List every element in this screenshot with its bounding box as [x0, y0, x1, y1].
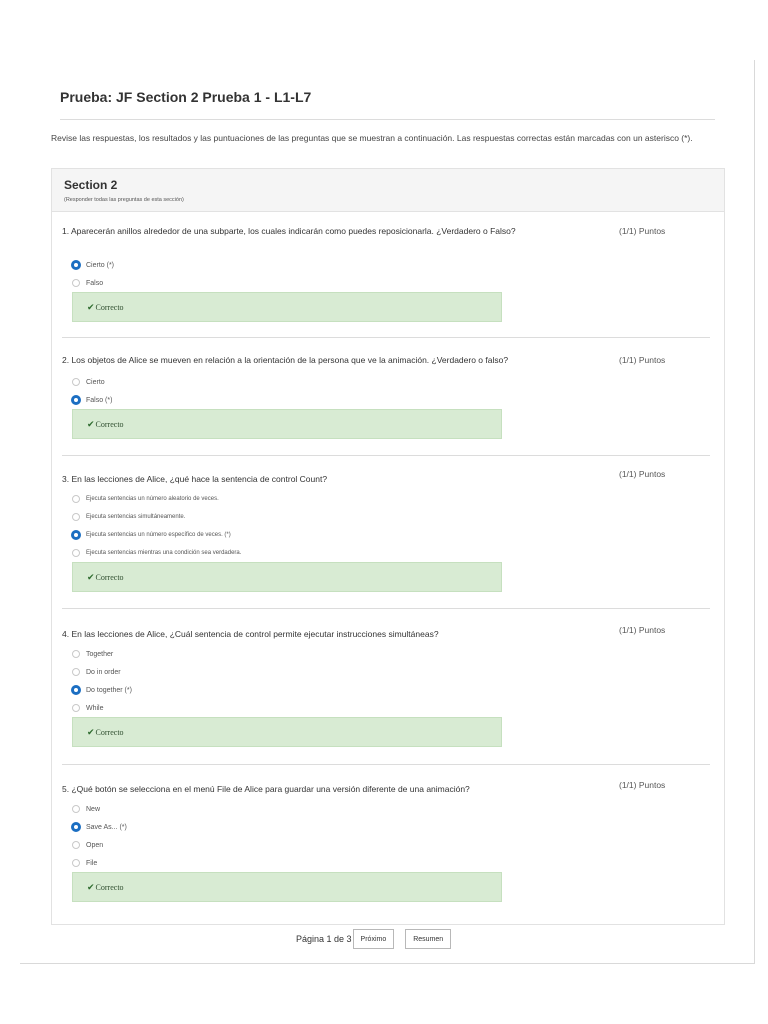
feedback-label: Correcto [95, 727, 124, 737]
answer-option[interactable]: Ejecuta sentencias mientras una condició… [72, 547, 241, 559]
checkmark-icon: ✔ [87, 571, 95, 582]
answer-option[interactable]: Save As... (*) [71, 821, 127, 833]
radio-unselected-icon[interactable] [72, 279, 80, 287]
pagination: Página 1 de 3 Próximo Resumen [296, 928, 452, 950]
answer-option-label: File [86, 859, 98, 867]
answer-option[interactable]: Do together (*) [71, 684, 132, 696]
feedback-banner: ✔ Correcto [72, 717, 502, 747]
radio-selected-icon[interactable] [71, 822, 81, 832]
radio-unselected-icon[interactable] [72, 668, 80, 676]
answer-option-label: Ejecuta sentencias un número aleatorio d… [86, 496, 219, 502]
answer-option[interactable]: Ejecuta sentencias un número aleatorio d… [72, 493, 219, 505]
question-divider [62, 764, 710, 765]
next-page-button[interactable]: Próximo [352, 929, 395, 949]
feedback-banner: ✔ Correcto [72, 292, 502, 322]
answer-option-label: Do together (*) [86, 686, 132, 694]
answer-option-label: Open [86, 841, 104, 849]
radio-unselected-icon[interactable] [72, 495, 80, 503]
radio-unselected-icon[interactable] [72, 650, 80, 658]
radio-unselected-icon[interactable] [72, 704, 80, 712]
page-indicator: Página 1 de 3 [296, 934, 352, 944]
question-points: (1/1) Puntos [619, 469, 666, 479]
radio-selected-icon[interactable] [71, 685, 81, 695]
answer-option-label: Cierto [86, 378, 105, 386]
question-4: 4. En las lecciones de Alice, ¿Cuál sent… [52, 625, 724, 759]
feedback-banner: ✔ Correcto [72, 562, 502, 592]
section-title: Section 2 [64, 178, 118, 192]
answer-option-label: Ejecuta sentencias mientras una condició… [86, 550, 242, 556]
radio-unselected-icon[interactable] [72, 805, 80, 813]
quiz-instructions: Revise las respuestas, los resultados y … [51, 133, 693, 143]
answer-option-label: Together [86, 650, 114, 658]
feedback-banner: ✔ Correcto [72, 409, 502, 439]
question-text: 2. Los objetos de Alice se mueven en rel… [62, 355, 509, 365]
title-divider [60, 119, 715, 120]
checkmark-icon: ✔ [87, 726, 95, 737]
question-points: (1/1) Puntos [619, 625, 666, 635]
question-divider [62, 608, 710, 609]
radio-selected-icon[interactable] [71, 395, 81, 405]
radio-unselected-icon[interactable] [72, 378, 80, 386]
answer-option-label: Ejecuta sentencias simultáneamente. [86, 514, 186, 520]
summary-button[interactable]: Resumen [405, 929, 452, 949]
section-panel: Section 2 (Responder todas las preguntas… [51, 168, 725, 925]
checkmark-icon: ✔ [87, 301, 95, 312]
answer-option-label: New [86, 805, 101, 813]
answer-option[interactable]: While [72, 702, 104, 714]
answer-option-label: Save As... (*) [86, 823, 127, 831]
answer-option-label: Cierto (*) [86, 261, 115, 269]
answer-option[interactable]: Falso (*) [71, 394, 113, 406]
answer-option-label: Falso (*) [86, 396, 113, 404]
answer-option[interactable]: Ejecuta sentencias un número específico … [71, 529, 231, 541]
answer-option[interactable]: Ejecuta sentencias simultáneamente. [72, 511, 185, 523]
answer-option[interactable]: Together [72, 648, 113, 660]
question-points: (1/1) Puntos [619, 226, 666, 236]
checkmark-icon: ✔ [87, 881, 95, 892]
question-divider [62, 337, 710, 338]
answer-option[interactable]: File [72, 857, 97, 869]
question-1: 1. Aparecerán anillos alrededor de una s… [52, 226, 724, 336]
question-2: 2. Los objetos de Alice se mueven en rel… [52, 355, 724, 455]
question-text: 5. ¿Qué botón se selecciona en el menú F… [62, 784, 470, 794]
question-points: (1/1) Puntos [619, 355, 666, 365]
feedback-label: Correcto [95, 572, 124, 582]
question-3: 3. En las lecciones de Alice, ¿qué hace … [52, 469, 724, 604]
radio-unselected-icon[interactable] [72, 513, 80, 521]
question-points: (1/1) Puntos [619, 780, 666, 790]
feedback-label: Correcto [95, 882, 124, 892]
question-text: 4. En las lecciones de Alice, ¿Cuál sent… [62, 629, 439, 639]
feedback-label: Correcto [95, 302, 124, 312]
question-text: 1. Aparecerán anillos alrededor de una s… [62, 226, 516, 236]
feedback-label: Correcto [95, 419, 124, 429]
quiz-title: Prueba: JF Section 2 Prueba 1 - L1-L7 [60, 89, 312, 105]
section-header: Section 2 (Responder todas las preguntas… [52, 169, 724, 212]
answer-option[interactable]: Cierto [72, 376, 105, 388]
question-5: 5. ¿Qué botón se selecciona en el menú F… [52, 780, 724, 914]
feedback-banner: ✔ Correcto [72, 872, 502, 902]
question-text: 3. En las lecciones de Alice, ¿qué hace … [62, 474, 328, 484]
answer-option-label: Ejecuta sentencias un número específico … [86, 532, 231, 538]
checkmark-icon: ✔ [87, 418, 95, 429]
answer-option[interactable]: Cierto (*) [71, 259, 115, 271]
answer-option-label: Falso [86, 279, 104, 287]
section-subtitle: (Responder todas las preguntas de esta s… [64, 197, 184, 203]
answer-option[interactable]: Do in order [72, 666, 121, 678]
radio-selected-icon[interactable] [71, 260, 81, 270]
answer-option[interactable]: New [72, 803, 100, 815]
answer-option[interactable]: Falso [72, 277, 103, 289]
answer-option-label: Do in order [86, 668, 121, 676]
radio-unselected-icon[interactable] [72, 549, 80, 557]
radio-selected-icon[interactable] [71, 530, 81, 540]
radio-unselected-icon[interactable] [72, 859, 80, 867]
question-divider [62, 455, 710, 456]
answer-option[interactable]: Open [72, 839, 103, 851]
radio-unselected-icon[interactable] [72, 841, 80, 849]
answer-option-label: While [86, 704, 104, 712]
